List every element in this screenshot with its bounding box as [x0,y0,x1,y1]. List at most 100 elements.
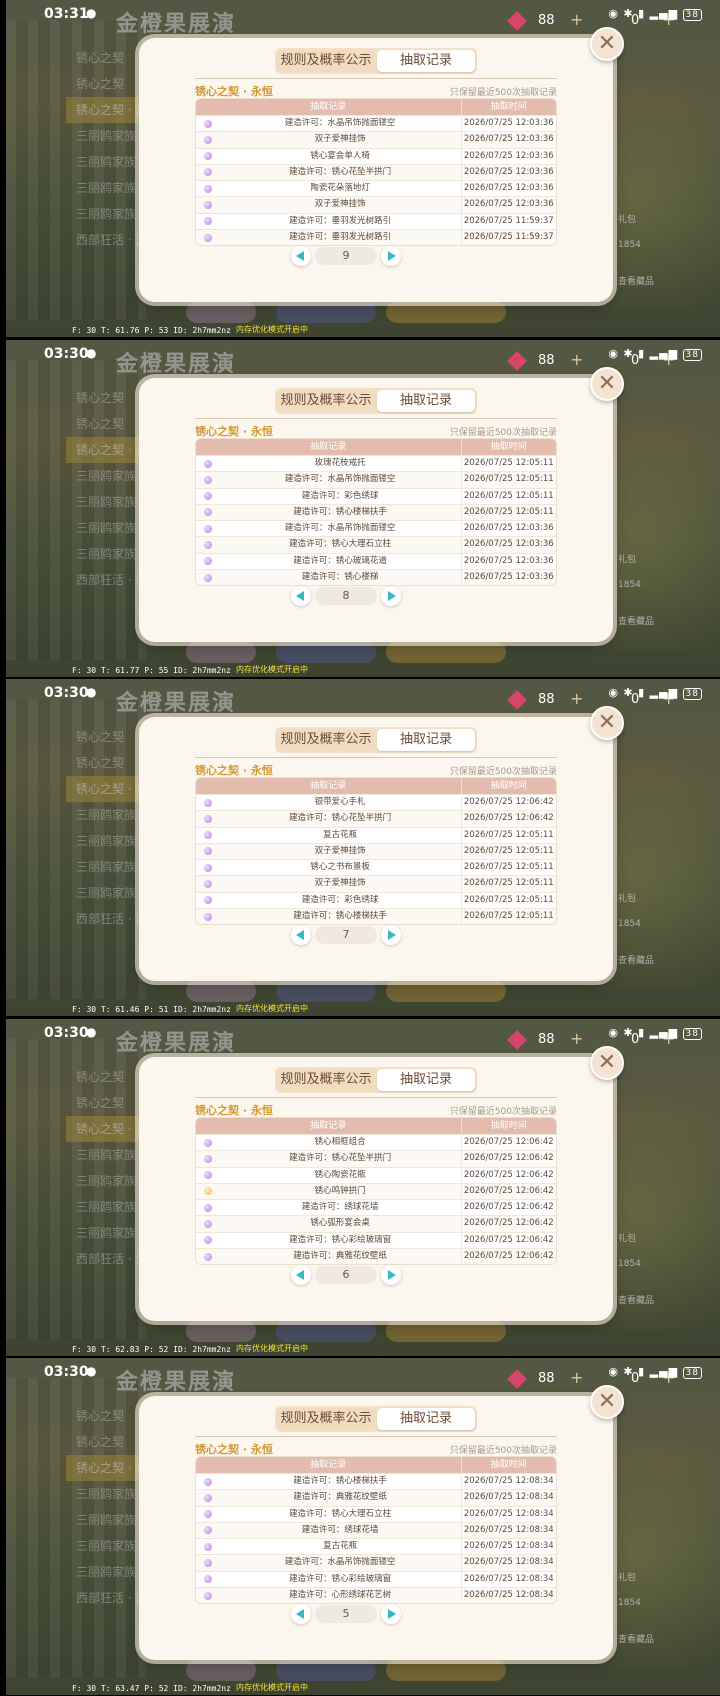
debug-info: F: 30 T: 62.83 P: 52 ID: 2h7mm2nz [72,1345,231,1354]
rarity-dot-icon [204,540,212,549]
rarity-dot-icon [204,1526,212,1535]
screenshot-frame: 金橙果展演 锈心之契 锈心之契 锈心之契 · 永恒 三丽鸥家族 三丽鸥家族 三丽鸥家族 三丽… [0,0,720,337]
tab-records[interactable]: 抽取记录 [377,390,475,412]
column-record: 抽取记录 [310,102,347,112]
next-page-icon[interactable] [381,246,401,266]
rarity-dot-icon [204,573,212,582]
tab-rules[interactable]: 规则及概率公示 [277,390,375,412]
table-header: 抽取记录 抽取时间 [196,1118,556,1134]
close-icon[interactable]: ✕ [590,1385,624,1419]
tab-records[interactable]: 抽取记录 [377,1408,475,1430]
divider [195,1436,557,1437]
divider [195,78,557,79]
record-item-time: 2026/07/25 12:06:42 [460,1249,556,1265]
rarity-dot-icon [204,168,212,177]
record-item-time: 2026/07/25 12:06:42 [460,1151,556,1167]
next-page-icon[interactable] [381,1604,401,1624]
rarity-dot-icon [204,879,212,888]
record-item-name: 锈心鸣钟拱门 [314,1185,366,1196]
tab-records[interactable]: 抽取记录 [377,1069,475,1091]
close-icon[interactable]: ✕ [590,27,624,61]
tab-records[interactable]: 抽取记录 [377,729,475,751]
record-item-name: 建造许可：锈心大理石立柱 [289,1508,392,1519]
record-item-time: 2026/07/25 12:03:36 [460,164,556,181]
record-row: 锈心陶瓷花瓶 2026/07/25 12:06:42 [196,1166,556,1183]
record-item-name: 锈心陶瓷花瓶 [314,1169,366,1180]
screenshot-frame: 金橙果展演 锈心之契 锈心之契 锈心之契 · 永恒 三丽鸥家族 三丽鸥家族 三丽鸥家族 三丽… [0,1358,720,1695]
record-item-time: 2026/07/25 12:06:42 [460,1135,556,1151]
system-status-icons: ◉ ✱ ▮ ▂▄▆ 38 [608,1365,702,1379]
system-status-icons: ◉ ✱ ▮ ▂▄▆ 38 [608,347,702,361]
column-time: 抽取时间 [460,778,556,794]
wechat-notification-icon: ● [86,346,97,360]
rarity-dot-icon [204,896,212,905]
rarity-dot-icon [204,863,212,872]
record-item-time: 2026/07/25 12:08:34 [460,1539,556,1555]
rarity-dot-icon [204,508,212,517]
banner-name: 锈心之契 · 永恒 [195,764,273,777]
prev-page-icon[interactable] [291,925,311,945]
record-item-time: 2026/07/25 12:08:34 [460,1588,556,1604]
rarity-dot-icon [204,233,212,242]
close-icon[interactable]: ✕ [590,1046,624,1080]
clock: 03:31 [44,6,89,22]
system-status-icons: ◉ ✱ ▮ ▂▄▆ 38 [608,1026,702,1040]
dialog-tabs: 规则及概率公示 抽取记录 [275,1406,477,1432]
rarity-dot-icon [204,135,212,144]
record-item-name: 建造许可：锈心花坠半拱门 [289,166,392,177]
rarity-dot-icon [204,1510,212,1519]
record-row: 双子爱神挂饰 2026/07/25 12:05:11 [196,842,556,860]
screenshot-frame: 金橙果展演 锈心之契 锈心之契 锈心之契 · 永恒 三丽鸥家族 三丽鸥家族 三丽鸥家族 三丽… [0,340,720,677]
tab-rules[interactable]: 规则及概率公示 [277,1408,375,1430]
record-row: 双子爱神挂饰 2026/07/25 12:03:36 [196,131,556,148]
banner-name: 锈心之契 · 永恒 [195,85,273,98]
record-row: 建造许可：水晶吊饰抛面镂空 2026/07/25 12:03:36 [196,520,556,537]
wechat-notification-icon: ● [86,685,97,699]
tab-rules[interactable]: 规则及概率公示 [277,1069,375,1091]
prev-page-icon[interactable] [291,1604,311,1624]
record-item-time: 2026/07/25 11:59:37 [460,213,556,230]
record-item-time: 2026/07/25 12:03:36 [460,197,556,213]
table-header: 抽取记录 抽取时间 [196,1457,556,1473]
record-item-time: 2026/07/25 12:05:11 [460,892,556,909]
record-item-time: 2026/07/25 12:06:42 [460,1200,556,1216]
record-item-name: 建造许可：水晶吊饰抛面镂空 [284,1557,396,1568]
record-item-time: 2026/07/25 12:08:34 [460,1474,556,1490]
record-row: 建造许可：锈心玻璃花道 2026/07/25 12:03:36 [196,552,556,570]
debug-info: F: 30 T: 63.47 P: 52 ID: 2h7mm2nz [72,1684,231,1693]
tab-rules[interactable]: 规则及概率公示 [277,50,375,72]
prev-page-icon[interactable] [291,246,311,266]
close-icon[interactable]: ✕ [590,706,624,740]
next-page-icon[interactable] [381,925,401,945]
record-item-time: 2026/07/25 12:03:36 [460,521,556,537]
rarity-dot-icon [204,1154,212,1163]
rarity-dot-icon [204,1138,212,1147]
record-item-time: 2026/07/25 12:03:36 [460,537,556,553]
prev-page-icon[interactable] [291,586,311,606]
record-row: 建造许可：典雅花纹壁纸 2026/07/25 12:06:42 [196,1248,556,1265]
record-row: 建造许可：锈心彩绘玻璃窗 2026/07/25 12:06:42 [196,1231,556,1249]
record-row: 建造许可：锈心花坠半拱门 2026/07/25 12:06:42 [196,810,556,827]
record-table: 抽取记录 抽取时间 锈心相框组合 2026/07/25 12:06:42 建造许… [195,1117,557,1266]
close-icon[interactable]: ✕ [590,367,624,401]
record-item-time: 2026/07/25 12:05:11 [460,827,556,843]
tab-records[interactable]: 抽取记录 [377,50,475,72]
record-row: 建造许可：心形绣球花艺树 2026/07/25 12:08:34 [196,1587,556,1604]
record-row: 建造许可：典雅花纹壁纸 2026/07/25 12:08:34 [196,1489,556,1506]
page-number: 8 [315,587,377,605]
record-row: 锈心宴会单人椅 2026/07/25 12:03:36 [196,147,556,164]
battery-icon: 38 [682,688,702,700]
next-page-icon[interactable] [381,1265,401,1285]
record-item-name: 双子爱神挂饰 [314,878,366,889]
record-item-time: 2026/07/25 12:05:11 [460,860,556,876]
wechat-notification-icon: ● [86,1025,97,1039]
pagination: 9 [291,246,401,266]
column-record: 抽取记录 [310,781,347,791]
record-item-time: 2026/07/25 11:59:37 [460,230,556,246]
tab-rules[interactable]: 规则及概率公示 [277,729,375,751]
prev-page-icon[interactable] [291,1265,311,1285]
next-page-icon[interactable] [381,586,401,606]
record-item-name: 建造许可：水晶吊饰抛面镂空 [284,118,396,128]
game-screen: 金橙果展演 锈心之契 锈心之契 锈心之契 · 永恒 三丽鸥家族 三丽鸥家族 三丽鸥家族 三丽… [6,0,720,337]
record-row: 建造许可：锈心楼梯扶手 2026/07/25 12:08:34 [196,1473,556,1490]
